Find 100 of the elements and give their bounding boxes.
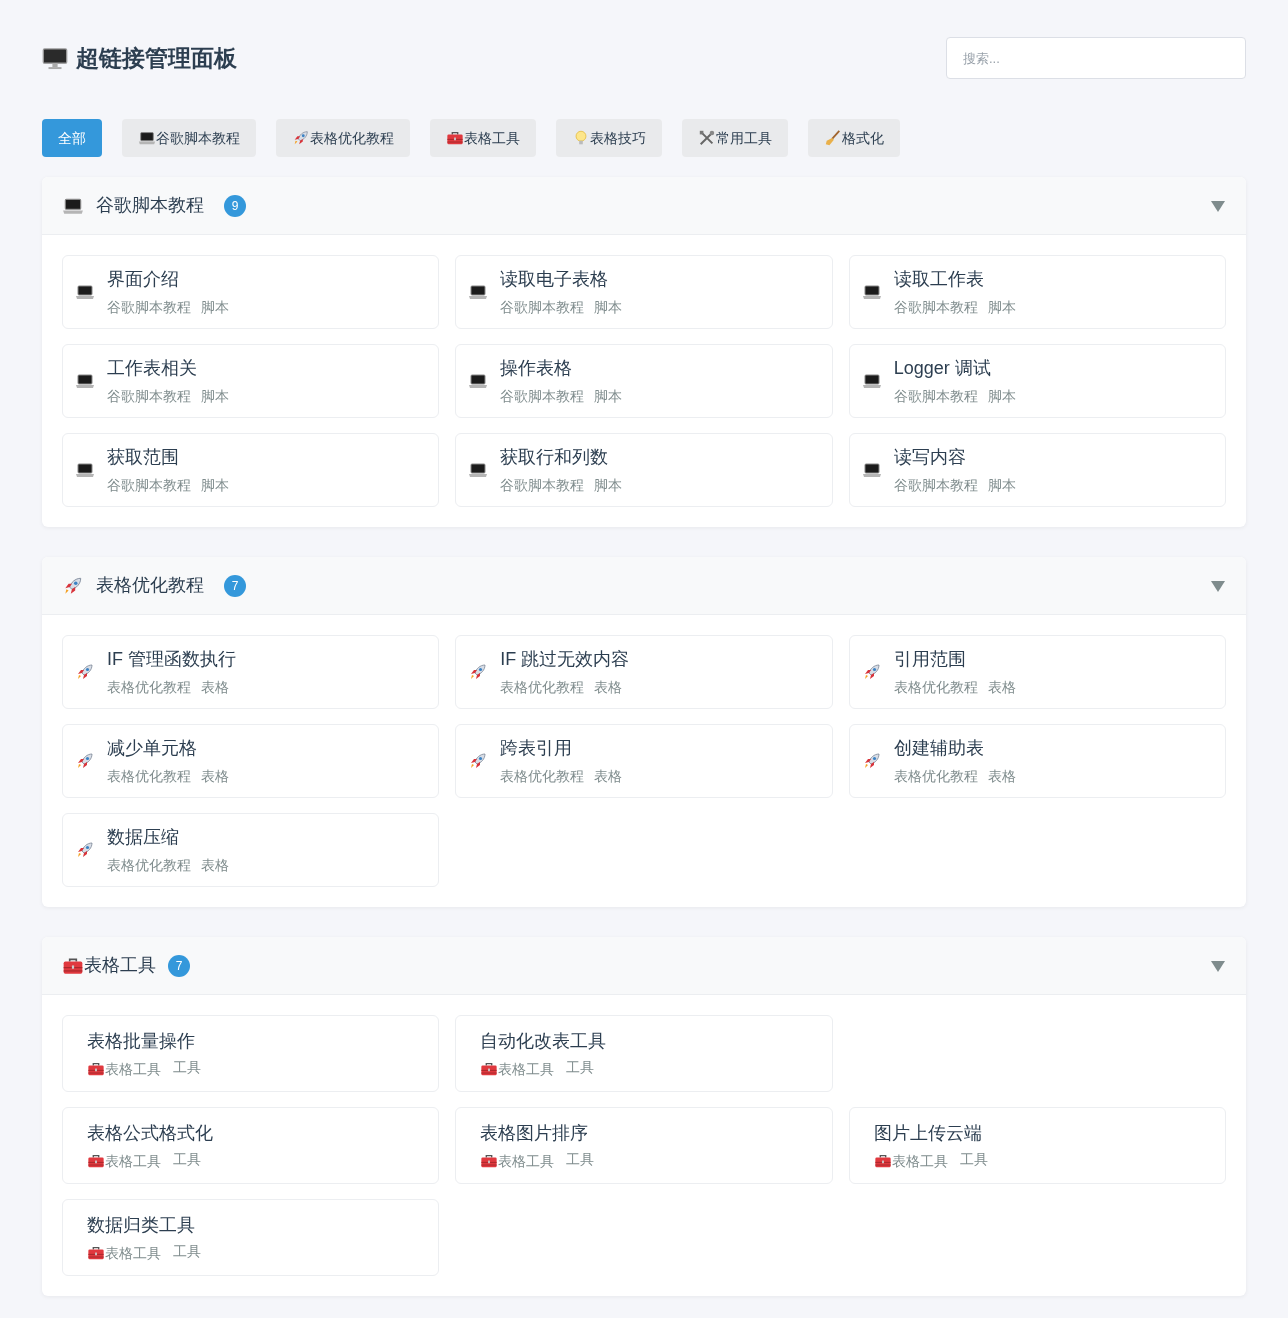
link-title: 减少单元格 — [107, 737, 198, 760]
tag-label: 脚本 — [987, 476, 1016, 495]
link-title: 读取工作表 — [893, 268, 985, 291]
count-badge: 9 — [224, 194, 246, 217]
link-title: IF 跳过无效内容 — [500, 648, 630, 671]
tag-label: 表格 — [594, 678, 623, 697]
tag-label: 表格 — [987, 678, 1016, 697]
link-card[interactable]: 数据归类工具 表格工具 工具 — [62, 1199, 440, 1276]
laptop-icon — [468, 371, 489, 391]
link-title: 表格公式格式化 — [87, 1121, 214, 1145]
tag-label: 脚本 — [201, 387, 229, 406]
tag-label: 脚本 — [594, 387, 623, 406]
count-badge: 7 — [224, 574, 246, 597]
category-label: 表格工具 — [891, 1151, 948, 1171]
link-card[interactable]: 引用范围 表格优化教程 表格 — [848, 635, 1226, 709]
link-card[interactable]: 减少单元格 表格优化教程 表格 — [62, 724, 440, 798]
category-label: 谷歌脚本教程 — [107, 387, 191, 406]
tag-label: 表格 — [201, 767, 229, 786]
tag-label: 工具 — [566, 1057, 595, 1077]
tag-label: 表格 — [201, 678, 229, 697]
link-title: 界面介绍 — [107, 268, 180, 291]
category-label: 谷歌脚本教程 — [500, 476, 585, 495]
collapse-caret-icon[interactable] — [1210, 958, 1226, 973]
category-label: 表格优化教程 — [107, 856, 191, 875]
link-card[interactable]: 自动化改表工具 表格工具 工具 — [455, 1015, 833, 1092]
link-card[interactable]: 表格图片排序 表格工具 工具 — [455, 1107, 833, 1184]
collapse-caret-icon[interactable] — [1210, 198, 1226, 213]
panel-title: 表格工具 — [84, 954, 156, 977]
filter-tab[interactable]: 表格工具 — [430, 119, 536, 157]
rocket-icon — [292, 129, 310, 147]
count-badge: 7 — [168, 954, 190, 977]
filter-tab[interactable]: 格式化 — [808, 119, 900, 157]
link-card[interactable]: 跨表引用 表格优化教程 表格 — [455, 724, 833, 798]
rocket-icon — [75, 751, 95, 771]
filter-tab[interactable]: 表格技巧 — [556, 119, 662, 157]
collapse-caret-icon[interactable] — [1210, 578, 1226, 593]
filter-tab[interactable]: 表格优化教程 — [276, 119, 410, 157]
link-card[interactable]: 界面介绍 谷歌脚本教程 脚本 — [62, 255, 440, 329]
link-title: 工作表相关 — [107, 357, 198, 380]
toolbox-icon — [87, 1244, 105, 1262]
link-card[interactable]: 获取行和列数 谷歌脚本教程 脚本 — [455, 433, 833, 507]
category-label: 谷歌脚本教程 — [107, 298, 191, 317]
tag-label: 表格 — [987, 767, 1016, 786]
toolbox-icon — [87, 1060, 105, 1078]
category-label: 表格优化教程 — [107, 767, 191, 786]
tag-label: 脚本 — [201, 298, 229, 317]
page-title: 超链接管理面板 — [76, 43, 237, 73]
monitor-icon — [42, 45, 68, 71]
link-card[interactable]: 数据压缩 表格优化教程 表格 — [62, 813, 440, 887]
laptop-icon — [75, 282, 95, 302]
link-card[interactable]: 读取电子表格 谷歌脚本教程 脚本 — [455, 255, 833, 329]
tag-label: 脚本 — [987, 387, 1016, 406]
link-title: 操作表格 — [500, 357, 574, 380]
rocket-icon — [468, 751, 489, 771]
tag-label: 脚本 — [594, 298, 623, 317]
category-label: 表格优化教程 — [500, 678, 585, 697]
tag-label: 脚本 — [201, 476, 229, 495]
toolbox-icon — [480, 1060, 499, 1078]
link-card[interactable]: 工作表相关 谷歌脚本教程 脚本 — [62, 344, 440, 418]
link-title: 数据压缩 — [107, 826, 180, 849]
laptop-icon — [861, 460, 882, 480]
link-title: 读取电子表格 — [500, 268, 610, 291]
link-title: 获取行和列数 — [500, 446, 610, 469]
category-label: 表格优化教程 — [893, 678, 978, 697]
link-card[interactable]: IF 跳过无效内容 表格优化教程 表格 — [455, 635, 833, 709]
category-label: 谷歌脚本教程 — [500, 298, 585, 317]
link-card[interactable]: 创建辅助表 表格优化教程 表格 — [848, 724, 1226, 798]
link-card[interactable]: IF 管理函数执行 表格优化教程 表格 — [62, 635, 440, 709]
category-label: 谷歌脚本教程 — [500, 387, 585, 406]
link-card[interactable]: Logger 调试 谷歌脚本教程 脚本 — [848, 344, 1226, 418]
filter-tab[interactable]: 常用工具 — [682, 119, 788, 157]
tag-label: 工具 — [566, 1149, 595, 1169]
filter-tab[interactable]: 谷歌脚本教程 — [122, 119, 256, 157]
laptop-icon — [75, 460, 95, 480]
link-title: 图片上传云端 — [873, 1121, 983, 1145]
link-card[interactable]: 读取工作表 谷歌脚本教程 脚本 — [848, 255, 1226, 329]
category-label: 谷歌脚本教程 — [893, 387, 978, 406]
link-card[interactable]: 图片上传云端 表格工具 工具 — [848, 1107, 1226, 1184]
rocket-icon — [75, 840, 95, 860]
link-card[interactable]: 操作表格 谷歌脚本教程 脚本 — [455, 344, 833, 418]
panel-title: 谷歌脚本教程 — [96, 194, 204, 217]
tag-label: 脚本 — [987, 298, 1016, 317]
laptop-icon — [138, 129, 156, 147]
link-card[interactable]: 表格公式格式化 表格工具 工具 — [62, 1107, 440, 1184]
rocket-icon — [75, 662, 95, 682]
link-card[interactable]: 读写内容 谷歌脚本教程 脚本 — [848, 433, 1226, 507]
link-card[interactable]: 获取范围 谷歌脚本教程 脚本 — [62, 433, 440, 507]
link-title: 表格图片排序 — [480, 1121, 590, 1145]
tag-label: 表格 — [201, 856, 229, 875]
search-field[interactable]: 搜索... — [946, 37, 1246, 79]
link-card[interactable]: 表格批量操作 表格工具 工具 — [62, 1015, 440, 1092]
panel-title: 表格优化教程 — [96, 574, 204, 597]
panel-header[interactable]: 谷歌脚本教程 9 — [42, 177, 1246, 235]
link-title: 引用范围 — [893, 648, 967, 671]
laptop-icon — [468, 460, 489, 480]
panel-header[interactable]: 表格工具 7 — [42, 937, 1246, 995]
tools-icon — [698, 129, 716, 147]
category-label: 表格工具 — [105, 1059, 161, 1079]
panel-header[interactable]: 表格优化教程 7 — [42, 557, 1246, 615]
toolbox-icon — [446, 129, 464, 147]
